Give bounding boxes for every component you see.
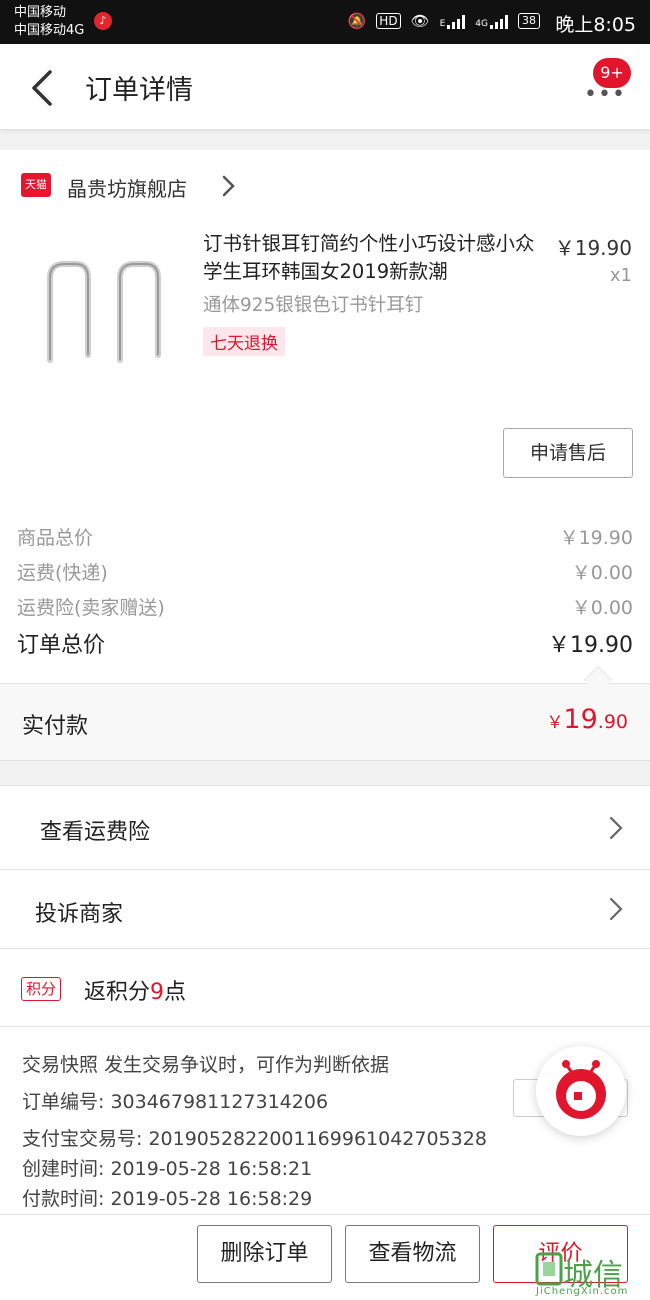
product-quantity: x1 <box>609 265 632 286</box>
status-time: 晚上8:05 <box>555 14 636 36</box>
alipay-trade-number: 支付宝交易号: 2019052822001169961042705328 <box>22 1128 487 1150</box>
watermark-subtext: JiChengXin.com <box>536 1286 629 1297</box>
netease-music-icon: ♪ <box>94 12 112 30</box>
signal-e-label: E <box>439 19 446 29</box>
order-card: 天猫 晶贵坊旗舰店 订书针银耳钉简约个性小巧设计感小众学生耳环韩国女2019新款… <box>0 150 650 683</box>
product-price: ￥19.90 <box>554 236 632 260</box>
fee-row-insurance: 运费险(卖家赠送) ￥0.00 <box>17 591 633 621</box>
points-prefix: 返积分 <box>84 980 151 1005</box>
signal-e-icon: E <box>440 13 466 29</box>
chevron-right-icon <box>609 816 623 840</box>
order-number: 订单编号: 303467981127314206 <box>22 1091 329 1113</box>
fee-value: ￥0.00 <box>571 596 633 619</box>
carrier-info: 中国移动 中国移动4G <box>14 4 84 40</box>
page-title: 订单详情 <box>85 75 193 106</box>
hd-icon: HD <box>376 13 401 29</box>
view-logistics-button[interactable]: 查看物流 <box>345 1225 480 1283</box>
complain-row[interactable]: 投诉商家 <box>0 870 650 949</box>
return-policy-tag: 七天退换 <box>203 327 285 356</box>
status-icons: 🔕 HD 👁 E 4G 38 <box>348 12 540 30</box>
back-arrow-icon[interactable] <box>26 68 62 108</box>
mute-icon: 🔕 <box>347 12 367 30</box>
paid-amount: ￥19.90 <box>546 704 628 735</box>
points-row: 积分 返积分9点 <box>0 949 650 1027</box>
fee-value: ￥19.90 <box>559 526 633 549</box>
carrier-line-2: 中国移动4G <box>14 23 85 38</box>
order-total-row: 订单总价 ￥19.90 <box>17 628 633 658</box>
shipping-insurance-row[interactable]: 查看运费险 <box>0 785 650 870</box>
store-name[interactable]: 晶贵坊旗舰店 <box>67 173 187 202</box>
signal-4g-icon: 4G <box>475 13 508 29</box>
points-number: 9 <box>150 980 165 1005</box>
fee-row-shipping: 运费(快递) ￥0.00 <box>17 556 633 586</box>
paid-amount-row: 实付款 ￥19.90 <box>0 683 650 761</box>
chevron-right-icon[interactable] <box>218 172 238 200</box>
fee-label: 商品总价 <box>17 526 94 549</box>
product-spec: 通体925银银色订书针耳钉 <box>203 295 424 316</box>
fee-label: 运费险(卖家赠送) <box>17 596 165 619</box>
fee-value: ￥0.00 <box>571 561 633 584</box>
paid-currency: ￥ <box>546 713 564 733</box>
nav-bar: 订单详情 ••• 9+ <box>0 44 650 130</box>
after-sale-button[interactable]: 申请售后 <box>503 428 633 478</box>
fee-row-goods: 商品总价 ￥19.90 <box>17 521 633 551</box>
eye-icon: 👁 <box>410 12 430 30</box>
paid-integer: 19 <box>563 704 598 735</box>
customer-service-button[interactable] <box>536 1046 626 1136</box>
paid-time: 付款时间: 2019-05-28 16:58:29 <box>22 1188 313 1210</box>
paid-label: 实付款 <box>22 714 89 739</box>
product-title[interactable]: 订书针银耳钉简约个性小巧设计感小众学生耳环韩国女2019新款潮 <box>203 230 543 286</box>
tmall-logo-icon: 天猫 <box>21 173 51 197</box>
notification-badge: 9+ <box>593 58 631 88</box>
complain-label: 投诉商家 <box>35 902 124 927</box>
signal-4g-label: 4G <box>475 19 488 29</box>
created-time: 创建时间: 2019-05-28 16:58:21 <box>22 1158 313 1180</box>
delete-order-button[interactable]: 删除订单 <box>197 1225 332 1283</box>
trade-snapshot-link[interactable]: 交易快照 发生交易争议时，可作为判断依据 <box>22 1050 389 1077</box>
shipping-insurance-label: 查看运费险 <box>40 820 151 845</box>
status-bar: 中国移动 中国移动4G ♪ 🔕 HD 👁 E 4G 38 晚上8:05 <box>0 0 650 44</box>
chevron-right-icon <box>609 897 623 921</box>
carrier-line-1: 中国移动 <box>14 5 67 20</box>
order-total-value: ￥19.90 <box>548 633 633 658</box>
fee-label: 运费(快递) <box>17 561 108 584</box>
points-text: 返积分9点 <box>84 974 186 1006</box>
battery-icon: 38 <box>518 13 540 29</box>
robot-service-icon <box>556 1060 606 1119</box>
order-total-label: 订单总价 <box>17 633 106 658</box>
product-image[interactable] <box>22 220 187 385</box>
points-suffix: 点 <box>164 980 187 1005</box>
paid-decimal: .90 <box>597 711 628 733</box>
points-tag: 积分 <box>21 977 62 1001</box>
